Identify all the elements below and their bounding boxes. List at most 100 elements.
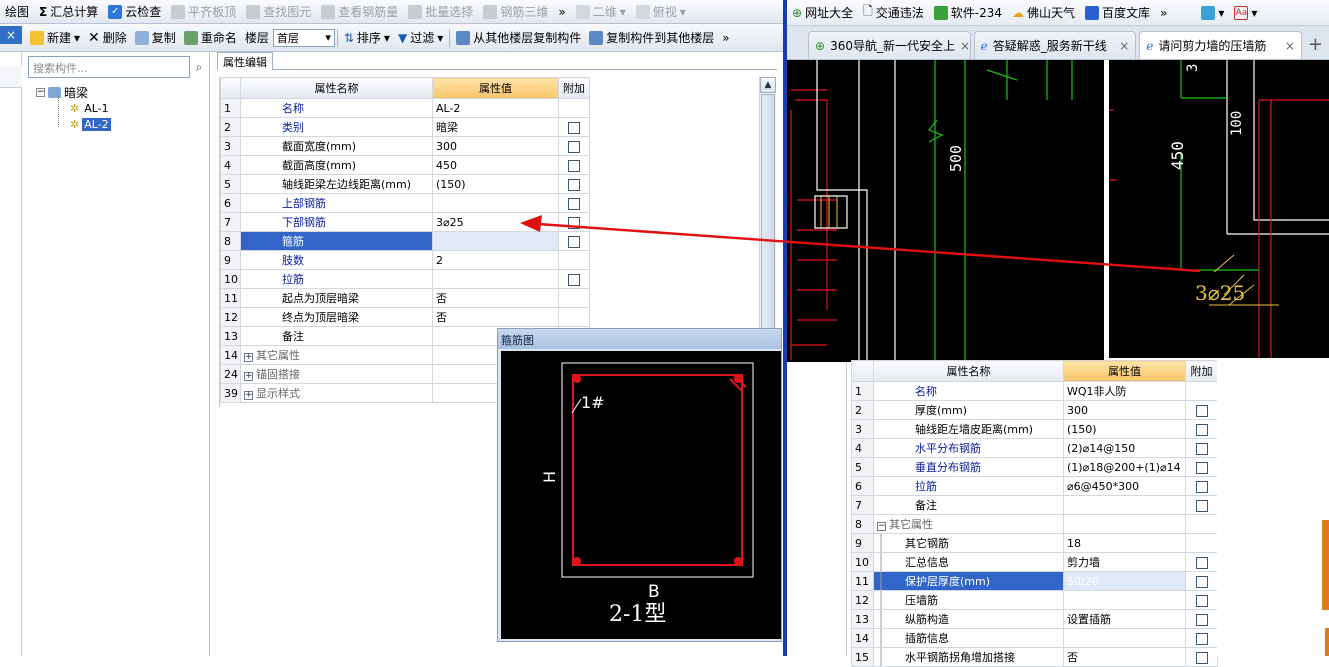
extra-cell[interactable] — [1185, 628, 1218, 648]
sort-button[interactable]: ⇅ 排序 ▾ — [340, 26, 394, 50]
extra-checkbox[interactable] — [568, 140, 580, 153]
scroll-up-icon[interactable]: ▲ — [760, 77, 776, 93]
prop-value-cell[interactable]: (150) — [432, 174, 559, 194]
extra-checkbox[interactable] — [1195, 575, 1208, 588]
dock-tab[interactable] — [0, 66, 22, 88]
table-row[interactable]: 15 水平钢筋拐角增加搭接 否 — [851, 647, 1218, 667]
table-row[interactable]: 4 截面高度(mm) 450 — [220, 155, 590, 175]
prop-name-cell[interactable]: 名称 — [873, 381, 1064, 401]
extra-cell[interactable] — [1185, 552, 1218, 572]
toolbar-rebar-3d[interactable]: 钢筋三维 — [478, 1, 553, 23]
table-row[interactable]: 10 汇总信息 剪力墙 — [851, 552, 1218, 572]
tree-root[interactable]: − 暗梁 — [36, 84, 88, 101]
extra-cell[interactable] — [1185, 419, 1218, 439]
extra-checkbox[interactable] — [568, 121, 580, 134]
prop-name-cell[interactable]: + 其它属性 — [240, 345, 433, 365]
prop-name-cell[interactable]: 下部钢筋 — [240, 212, 433, 232]
toolbar-find-element[interactable]: 查找图元 — [241, 1, 316, 23]
close-icon[interactable]: × — [1285, 39, 1295, 53]
extra-checkbox[interactable] — [568, 197, 580, 210]
bookmark-item[interactable]: 软件-234 — [929, 4, 1007, 21]
extra-cell[interactable] — [1185, 476, 1218, 496]
prop-name-cell[interactable]: 纵筋构造 — [873, 609, 1064, 629]
prop-name-cell[interactable]: 水平钢筋拐角增加搭接 — [873, 647, 1064, 667]
bookmark-item[interactable]: ⊕ 网址大全 — [787, 4, 858, 21]
extra-cell[interactable] — [1185, 590, 1218, 610]
expand-icon[interactable]: + — [244, 391, 253, 400]
table-row[interactable]: 10 拉筋 — [220, 269, 590, 289]
extra-checkbox[interactable] — [1195, 556, 1208, 569]
prop-name-cell[interactable]: 截面宽度(mm) — [240, 136, 433, 156]
prop-name-cell[interactable]: 插筋信息 — [873, 628, 1064, 648]
search-input[interactable]: 搜索构件... — [28, 56, 190, 78]
prop-value-cell[interactable]: 否 — [432, 288, 559, 308]
close-icon[interactable]: × — [1119, 39, 1129, 53]
extra-checkbox[interactable] — [1195, 594, 1208, 607]
extra-cell[interactable] — [1185, 438, 1218, 458]
table-row[interactable]: 9 肢数 2 — [220, 250, 590, 270]
prop-name-cell[interactable]: 名称 — [240, 98, 433, 118]
prop-name-cell[interactable]: 轴线距左墙皮距离(mm) — [873, 419, 1064, 439]
extra-checkbox[interactable] — [1195, 480, 1208, 493]
prop-value-cell[interactable]: 否 — [432, 307, 559, 327]
extra-checkbox[interactable] — [568, 235, 580, 248]
extra-checkbox[interactable] — [1195, 613, 1208, 626]
toolbar-overflow[interactable]: » — [718, 26, 733, 50]
extra-checkbox[interactable] — [1195, 651, 1208, 664]
table-row[interactable]: 6 拉筋 ⌀6@450*300 — [851, 476, 1218, 496]
prop-value-cell[interactable]: (1)⌀18@200+(1)⌀14 — [1063, 457, 1186, 477]
table-row[interactable]: 5 轴线距梁左边线距离(mm) (150) — [220, 174, 590, 194]
new-tab-button[interactable]: + — [1302, 34, 1329, 59]
tree-item-al-1[interactable]: ✲ AL-1 — [70, 102, 111, 115]
extra-checkbox[interactable] — [568, 159, 580, 172]
prop-value-cell[interactable] — [432, 231, 559, 251]
prop-value-cell[interactable]: 450 — [432, 155, 559, 175]
prop-value-cell[interactable]: (2)⌀14@150 — [1063, 438, 1186, 458]
toolbar-draw[interactable]: 绘图 — [0, 1, 34, 23]
bookmark-item[interactable]: 🗋 交通违法 — [858, 2, 929, 23]
view-angle-select[interactable]: 俯视 ▾ — [631, 1, 691, 23]
table-row[interactable]: 11 保护层厚度(mm) 50/20 — [851, 571, 1218, 591]
prop-value-cell[interactable]: ⌀6@450*300 — [1063, 476, 1186, 496]
expand-icon[interactable]: − — [877, 522, 886, 531]
extra-cell[interactable] — [558, 155, 590, 175]
prop-value-cell[interactable]: AL-2 — [432, 98, 559, 118]
close-icon[interactable]: × — [960, 39, 970, 53]
bookmark-item[interactable]: 百度文库 — [1080, 4, 1155, 21]
extra-checkbox[interactable] — [568, 178, 580, 191]
table-row[interactable]: 1 名称 WQ1非人防 — [851, 381, 1218, 401]
prop-name-cell[interactable]: 拉筋 — [240, 269, 433, 289]
toolbar-align-top[interactable]: 平齐板顶 — [166, 1, 241, 23]
table-row[interactable]: 7 备注 — [851, 495, 1218, 515]
table-row[interactable]: 8 箍筋 — [220, 231, 590, 251]
extra-cell[interactable] — [1185, 609, 1218, 629]
rename-button[interactable]: 重命名 — [180, 26, 241, 50]
extra-checkbox[interactable] — [1195, 423, 1208, 436]
collapse-icon[interactable]: − — [36, 88, 45, 97]
filter-button[interactable]: ▼ 过滤 ▾ — [394, 26, 447, 50]
table-row[interactable]: 8− 其它属性 — [851, 514, 1218, 534]
table-row[interactable]: 2 类别 暗梁 — [220, 117, 590, 137]
extra-cell[interactable] — [558, 193, 590, 213]
table-row[interactable]: 7 下部钢筋 3⌀25 — [220, 212, 590, 232]
prop-name-cell[interactable]: 轴线距梁左边线距离(mm) — [240, 174, 433, 194]
prop-name-cell[interactable]: + 显示样式 — [240, 383, 433, 403]
prop-name-cell[interactable]: 备注 — [240, 326, 433, 346]
table-row[interactable]: 4 水平分布钢筋 (2)⌀14@150 — [851, 438, 1218, 458]
table-row[interactable]: 3 轴线距左墙皮距离(mm) (150) — [851, 419, 1218, 439]
prop-value-cell[interactable]: 18 — [1063, 533, 1186, 553]
prop-name-cell[interactable]: 类别 — [240, 117, 433, 137]
extra-cell[interactable] — [558, 231, 590, 251]
delete-button[interactable]: ✕ 删除 — [84, 26, 131, 50]
view-mode-select[interactable]: 二维 ▾ — [571, 1, 631, 23]
copy-from-other-floor-button[interactable]: 从其他楼层复制构件 — [452, 26, 585, 50]
copy-to-other-floor-button[interactable]: 复制构件到其他楼层 — [585, 26, 718, 50]
extra-cell[interactable] — [1185, 647, 1218, 667]
prop-value-cell[interactable]: 50/20 — [1063, 571, 1186, 591]
table-row[interactable]: 6 上部钢筋 — [220, 193, 590, 213]
toolbar-batch-select[interactable]: 批量选择 — [403, 1, 478, 23]
toolbar-summary-calc[interactable]: Σ 汇总计算 — [34, 1, 103, 23]
prop-name-cell[interactable]: 备注 — [873, 495, 1064, 515]
prop-name-cell[interactable]: 拉筋 — [873, 476, 1064, 496]
close-icon[interactable]: × — [0, 26, 22, 44]
